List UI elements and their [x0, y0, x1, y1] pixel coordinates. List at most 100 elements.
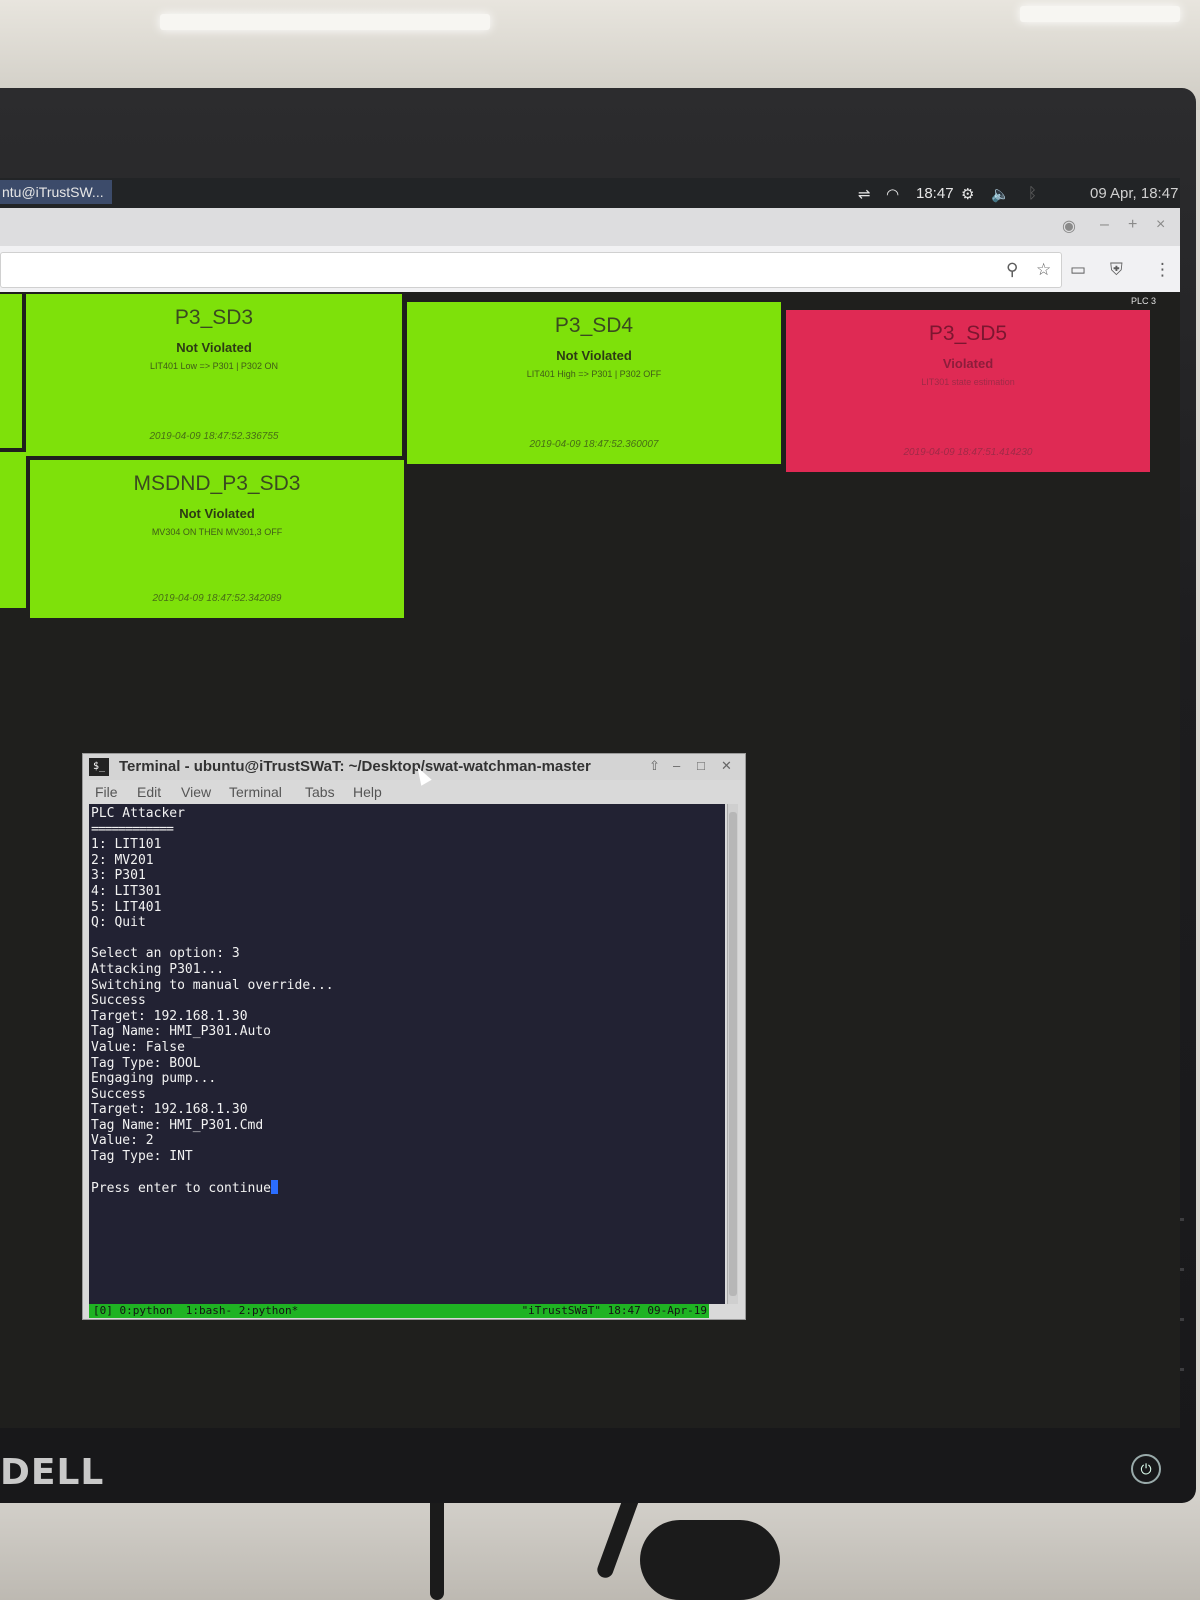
top-panel: ntu@iTrustSW... ⇌ ◠ 18:47 ⚙ 🔈 ᛒ 09 Apr, … — [0, 178, 1180, 208]
plc-label: PLC 3 — [1130, 296, 1156, 306]
close-button[interactable]: × — [1156, 216, 1165, 234]
tile-title: MSDND_P3_SD3 — [133, 472, 301, 495]
output-line: Switching to manual override... — [91, 977, 334, 993]
output-line: Tag Type: BOOL — [91, 1055, 201, 1071]
terminal-scrollbar[interactable] — [727, 804, 738, 1304]
output-line: Engaging pump... — [91, 1071, 217, 1087]
menu-help[interactable]: Help — [353, 784, 382, 800]
tile-timestamp: 2019-04-09 18:47:52.342089 — [152, 593, 282, 604]
output-line: Target: 192.168.1.30 — [91, 1102, 248, 1118]
monitor-power-icon[interactable]: ⏻ — [1131, 1454, 1161, 1484]
zoom-icon[interactable]: ⚲ — [1006, 260, 1018, 280]
tile-description: LIT301 state estimation — [921, 377, 1015, 387]
volume-icon[interactable]: 🔈 — [991, 185, 1010, 203]
tile-timestamp: 2019-04-09 18:47:51.414230 — [903, 447, 1033, 458]
menu-option: Q: Quit — [91, 915, 146, 931]
menu-option: 1: LIT101 — [91, 837, 162, 853]
terminal-header: PLC Attacker — [91, 806, 185, 821]
terminal-output[interactable]: PLC Attacker ============ 1: LIT101 2: M… — [89, 804, 725, 1304]
bookmark-star-icon[interactable]: ☆ — [1036, 260, 1051, 280]
tmux-host-clock: "iTrustSWaT" 18:47 09-Apr-19 — [521, 1304, 707, 1317]
panel-clock[interactable]: 18:47 — [916, 185, 954, 202]
tile-timestamp: 2019-04-09 18:47:52.336755 — [149, 431, 279, 442]
shield-extension-icon[interactable]: ⛨ — [1110, 260, 1123, 280]
cable — [640, 1520, 780, 1600]
close-icon[interactable]: ✕ — [721, 758, 732, 774]
maximize-button[interactable]: + — [1128, 216, 1137, 234]
tmux-status-bar: [0] 0:python 1:bash- 2:python* "iTrustSW… — [89, 1304, 709, 1318]
menu-option: 2: MV201 — [91, 852, 154, 868]
tile-title: P3_SD4 — [554, 314, 634, 337]
taskbar-task-item[interactable]: ntu@iTrustSW... — [0, 180, 112, 204]
tile-status: Not Violated — [179, 506, 255, 521]
menu-option: 4: LIT301 — [91, 883, 162, 899]
ceiling-light — [1020, 6, 1180, 22]
menu-terminal[interactable]: Terminal — [229, 784, 282, 800]
status-tile[interactable]: P3_SD5 Violated LIT301 state estimation … — [786, 310, 1150, 472]
output-line: Attacking P301... — [91, 961, 225, 977]
network-plug-icon[interactable]: ⇌ — [858, 185, 871, 203]
output-line: Select an option: 3 — [91, 946, 240, 962]
tile-status: Violated — [942, 356, 994, 371]
output-line: Value: False — [91, 1039, 185, 1055]
output-line: Tag Name: HMI_P301.Cmd — [91, 1117, 264, 1133]
tile-description: LIT401 High => P301 | P302 OFF — [526, 369, 662, 379]
extension-icon[interactable]: ▭ — [1070, 260, 1086, 280]
output-line: Tag Type: INT — [91, 1149, 193, 1165]
output-line: Success — [91, 993, 146, 1009]
maximize-icon[interactable]: □ — [697, 758, 705, 773]
text-cursor — [271, 1180, 279, 1195]
profile-icon[interactable]: ◉ — [1062, 216, 1076, 236]
screen: ntu@iTrustSW... ⇌ ◠ 18:47 ⚙ 🔈 ᛒ 09 Apr, … — [0, 178, 1180, 1428]
tile-description: MV304 ON THEN MV301,3 OFF — [151, 527, 283, 537]
shade-up-icon[interactable]: ⇧ — [649, 758, 660, 774]
ceiling-light — [160, 14, 490, 30]
terminal-title: Terminal - ubuntu@iTrustSWaT: ~/Desktop/… — [119, 758, 591, 775]
terminal-titlebar[interactable]: $_ Terminal - ubuntu@iTrustSWaT: ~/Deskt… — [83, 754, 745, 780]
tmux-window-list[interactable]: [0] 0:python 1:bash- 2:python* — [93, 1304, 298, 1318]
browser-toolbar: ⚲ ☆ ▭ ⛨ ⋮ — [0, 246, 1180, 293]
menu-option: 3: P301 — [91, 868, 146, 884]
output-line: Value: 2 — [91, 1133, 154, 1149]
address-bar[interactable] — [0, 252, 1062, 288]
menu-tabs[interactable]: Tabs — [305, 784, 335, 800]
tile-timestamp: 2019-04-09 18:47:52.360007 — [529, 439, 659, 450]
cable — [595, 1489, 641, 1581]
cable — [430, 1490, 444, 1600]
browser-titlebar: ◉ – + × — [0, 208, 1180, 246]
monitor-logo: DELL — [0, 1452, 105, 1493]
tile-title: P3_SD3 — [174, 306, 254, 329]
output-line: Success — [91, 1086, 146, 1102]
terminal-menubar: File Edit View Terminal Tabs Help — [83, 780, 745, 804]
output-line: Tag Name: HMI_P301.Auto — [91, 1024, 272, 1040]
panel-date[interactable]: 09 Apr, 18:47 — [1090, 185, 1178, 202]
wifi-icon[interactable]: ◠ — [886, 185, 899, 203]
scrollbar-thumb[interactable] — [729, 812, 737, 1296]
tile-description: LIT401 Low => P301 | P302 ON — [150, 361, 278, 371]
menu-kebab-icon[interactable]: ⋮ — [1154, 260, 1171, 280]
minimize-button[interactable]: – — [1100, 216, 1109, 234]
prompt-text: Press enter to continue — [91, 1181, 272, 1197]
menu-option: 5: LIT401 — [91, 899, 162, 915]
tile-status: Not Violated — [176, 340, 252, 355]
settings-gear-icon[interactable]: ⚙ — [961, 185, 974, 203]
status-tile[interactable]: P3_SD3 Not Violated LIT401 Low => P301 |… — [26, 294, 402, 456]
tile-status: Not Violated — [556, 348, 632, 363]
terminal-window[interactable]: $_ Terminal - ubuntu@iTrustSWaT: ~/Deskt… — [82, 753, 746, 1320]
tile-partial-left — [0, 452, 26, 608]
menu-file[interactable]: File — [95, 784, 118, 800]
prompt-line[interactable]: Press enter to continue — [91, 1180, 725, 1196]
status-tile[interactable]: MSDND_P3_SD3 Not Violated MV304 ON THEN … — [30, 460, 404, 618]
output-line: Target: 192.168.1.30 — [91, 1008, 248, 1024]
bluetooth-icon[interactable]: ᛒ — [1028, 185, 1037, 202]
menu-view[interactable]: View — [181, 784, 211, 800]
menu-edit[interactable]: Edit — [137, 784, 161, 800]
tile-title: P3_SD5 — [928, 322, 1008, 345]
terminal-separator: ============ — [91, 821, 174, 837]
tile-partial-left — [0, 294, 22, 448]
minimize-icon[interactable]: – — [673, 758, 680, 773]
status-tile[interactable]: P3_SD4 Not Violated LIT401 High => P301 … — [407, 302, 781, 464]
terminal-app-icon: $_ — [89, 758, 109, 776]
